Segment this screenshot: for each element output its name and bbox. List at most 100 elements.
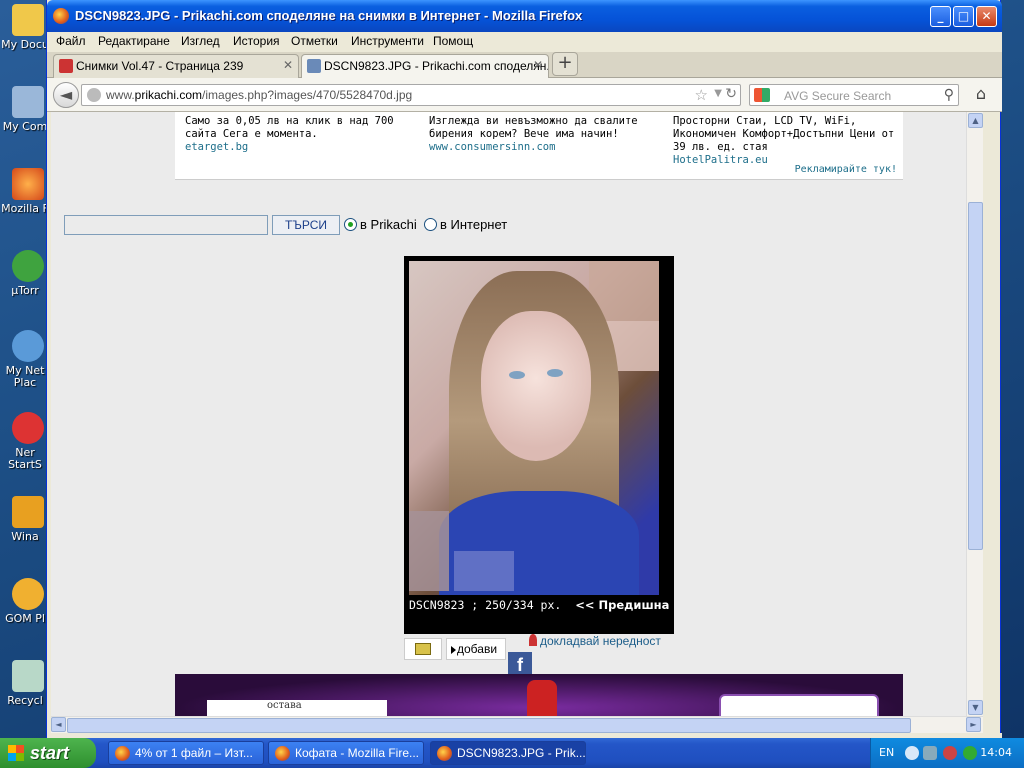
radio-internet[interactable] bbox=[424, 218, 437, 231]
ad-link[interactable]: etarget.bg bbox=[185, 141, 415, 154]
firefox-icon bbox=[275, 746, 290, 761]
firefox-icon bbox=[53, 8, 69, 24]
new-tab-button[interactable]: + bbox=[552, 52, 578, 76]
tab-label: DSCN9823.JPG - Prikachi.com споделян... bbox=[324, 59, 549, 73]
photo-eye bbox=[509, 371, 525, 379]
language-indicator[interactable]: EN bbox=[879, 746, 894, 759]
vertical-scroll-thumb[interactable] bbox=[968, 202, 983, 550]
scroll-down-icon[interactable]: ▼ bbox=[968, 700, 983, 715]
folder-icon bbox=[12, 4, 44, 36]
desktop-icon-firefox[interactable]: Mozilla F bbox=[0, 168, 50, 215]
taskbar-item-download[interactable]: 4% от 1 файл – Изт... bbox=[108, 741, 264, 765]
url-domain: prikachi.com bbox=[134, 88, 203, 102]
minimize-button[interactable]: _ bbox=[930, 6, 951, 27]
bookmark-star-icon[interactable]: ☆ bbox=[695, 86, 708, 104]
menu-history[interactable]: История bbox=[233, 34, 280, 48]
scroll-right-icon[interactable]: ► bbox=[966, 717, 981, 732]
gom-player-icon bbox=[12, 578, 44, 610]
start-label: start bbox=[30, 743, 70, 763]
taskbar: start 4% от 1 файл – Изт... Кофата - Moz… bbox=[0, 738, 1024, 768]
menu-view[interactable]: Изглед bbox=[181, 34, 220, 48]
desktop-icon-recycle-bin[interactable]: Recycl bbox=[0, 660, 50, 707]
arrow-left-icon: ◄ bbox=[59, 85, 73, 104]
report-label: докладвай нередност bbox=[540, 634, 661, 648]
network-icon[interactable] bbox=[923, 746, 937, 760]
menu-edit[interactable]: Редактиране bbox=[98, 34, 170, 48]
menu-bar: Файл Редактиране Изглед История Отметки … bbox=[47, 32, 1002, 52]
computer-icon bbox=[12, 86, 44, 118]
maximize-button[interactable]: □ bbox=[953, 6, 974, 27]
desktop-icon-my-documents[interactable]: My Docu bbox=[0, 4, 50, 51]
scroll-up-icon[interactable]: ▲ bbox=[968, 113, 983, 128]
report-link[interactable]: докладвай нередност bbox=[529, 634, 661, 648]
close-button[interactable]: ✕ bbox=[976, 6, 997, 27]
tab-snimki[interactable]: Снимки Vol.47 - Страница 239 ✕ bbox=[53, 54, 299, 78]
ad-link[interactable]: www.consumersinn.com bbox=[429, 141, 659, 154]
nero-icon bbox=[12, 412, 44, 444]
search-bar[interactable]: AVG Secure Search ⚲ bbox=[749, 84, 959, 106]
ad-text: Само за 0,05 лв на клик в над 700 сайта … bbox=[185, 115, 394, 140]
ad-banner-bottom[interactable]: остава bbox=[175, 674, 903, 716]
desktop-icon-my-computer[interactable]: My Com bbox=[0, 86, 50, 133]
desktop-icon-utorrent[interactable]: µTorr bbox=[0, 250, 50, 297]
window-title: DSCN9823.JPG - Prikachi.com споделяне на… bbox=[75, 8, 583, 23]
tab-dscn9823[interactable]: DSCN9823.JPG - Prikachi.com споделян... … bbox=[301, 54, 549, 78]
search-icon[interactable]: ⚲ bbox=[944, 87, 954, 103]
utorrent-icon bbox=[12, 250, 44, 282]
taskbar-item-dscn9823[interactable]: DSCN9823.JPG - Prik... bbox=[430, 741, 586, 765]
desktop-icon-network[interactable]: My Net Plac bbox=[0, 330, 50, 389]
previous-link[interactable]: << Предишна bbox=[575, 598, 669, 612]
add-button[interactable]: добави bbox=[446, 638, 506, 660]
ad-card: остава bbox=[207, 700, 387, 716]
task-label: Кофата - Mozilla Fire... bbox=[295, 746, 419, 760]
horizontal-scrollbar[interactable]: ◄ ► bbox=[51, 716, 983, 733]
url-path: /images.php?images/470/5528470d.jpg bbox=[202, 88, 413, 102]
scroll-left-icon[interactable]: ◄ bbox=[51, 717, 66, 732]
vertical-scrollbar[interactable]: ▲ ▼ bbox=[966, 112, 983, 716]
radio-label-prikachi: в Prikachi bbox=[360, 217, 417, 232]
pixelation-block bbox=[454, 551, 514, 591]
windows-logo-icon bbox=[8, 745, 24, 761]
start-button[interactable]: start bbox=[0, 738, 96, 768]
ad-speech-bubble bbox=[719, 694, 879, 716]
image-favicon-icon bbox=[307, 59, 321, 73]
desktop-icon-nero[interactable]: Ner StartS bbox=[0, 412, 50, 471]
firefox-icon bbox=[115, 746, 130, 761]
title-bar[interactable]: DSCN9823.JPG - Prikachi.com споделяне на… bbox=[47, 0, 1002, 32]
expand-tray-icon[interactable] bbox=[905, 746, 919, 760]
tab-close-icon[interactable]: ✕ bbox=[283, 58, 293, 72]
avg-icon[interactable] bbox=[943, 746, 957, 760]
taskbar-item-kofata[interactable]: Кофата - Mozilla Fire... bbox=[268, 741, 424, 765]
tab-close-icon[interactable]: ✕ bbox=[533, 58, 543, 72]
rate-button[interactable] bbox=[404, 638, 442, 660]
recycle-bin-icon bbox=[12, 660, 44, 692]
site-search-input[interactable] bbox=[64, 215, 268, 235]
horizontal-scroll-thumb[interactable] bbox=[67, 718, 911, 733]
menu-file[interactable]: Файл bbox=[56, 34, 86, 48]
home-button[interactable]: ⌂ bbox=[969, 84, 993, 106]
ad-item[interactable]: Просторни Стаи, LCD TV, WiFi, Икономичен… bbox=[673, 115, 903, 167]
globe-icon bbox=[87, 88, 101, 102]
back-button[interactable]: ◄ bbox=[53, 82, 79, 108]
clock: 14:04 bbox=[980, 746, 1012, 759]
desktop-icon-winamp[interactable]: Wina bbox=[0, 496, 50, 543]
page-content: Само за 0,05 лв на клик в над 700 сайта … bbox=[51, 112, 983, 716]
menu-bookmarks[interactable]: Отметки bbox=[291, 34, 338, 48]
ad-item[interactable]: Само за 0,05 лв на клик в над 700 сайта … bbox=[185, 115, 415, 154]
photo[interactable] bbox=[409, 261, 659, 595]
system-tray: EN 14:04 bbox=[870, 738, 1024, 768]
desktop-icon-gom-player[interactable]: GOM Pl bbox=[0, 578, 50, 625]
image-info: DSCN9823 ; 250/334 px. bbox=[409, 598, 562, 612]
menu-help[interactable]: Помощ bbox=[433, 34, 473, 48]
ad-item[interactable]: Изглежда ви невъзможно да свалите бирени… bbox=[429, 115, 659, 154]
url-bar[interactable]: www.prikachi.com/images.php?images/470/5… bbox=[81, 84, 741, 106]
reload-icon[interactable]: ↻ bbox=[725, 86, 737, 102]
utorrent-icon[interactable] bbox=[963, 746, 977, 760]
facebook-icon[interactable]: f bbox=[508, 652, 532, 676]
radio-prikachi[interactable] bbox=[344, 218, 357, 231]
tab-label: Снимки Vol.47 - Страница 239 bbox=[76, 59, 244, 73]
search-button[interactable]: ТЪРСИ bbox=[272, 215, 340, 235]
menu-tools[interactable]: Инструменти bbox=[351, 34, 424, 48]
chevron-down-icon[interactable]: ▼ bbox=[714, 88, 722, 99]
advertise-here-link[interactable]: Рекламирайте тук! bbox=[795, 164, 897, 175]
